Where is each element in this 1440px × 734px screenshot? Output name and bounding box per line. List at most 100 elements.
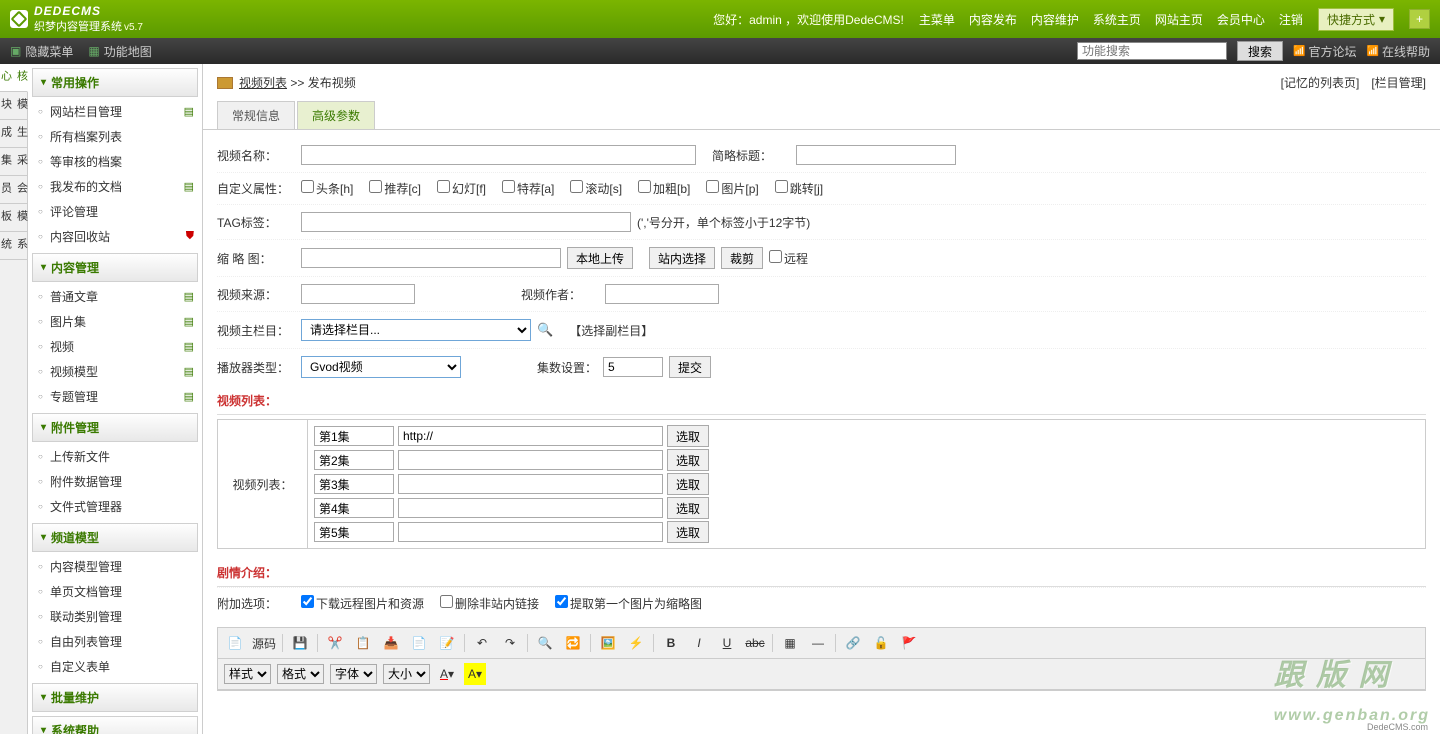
remote-checkbox[interactable] xyxy=(769,250,782,263)
site-map-link[interactable]: ▦功能地图 xyxy=(88,43,151,60)
cut-icon[interactable]: ✂️ xyxy=(324,632,346,654)
menu-item[interactable]: 附件数据管理 xyxy=(28,469,202,494)
format-select[interactable]: 格式 xyxy=(277,664,324,684)
strike-icon[interactable]: abc xyxy=(744,632,766,654)
font-select[interactable]: 字体 xyxy=(330,664,377,684)
menu-item[interactable]: 视频模型▤ xyxy=(28,359,202,384)
menu-item[interactable]: 内容模型管理 xyxy=(28,554,202,579)
table-icon[interactable]: ▦ xyxy=(779,632,801,654)
menu-item[interactable]: 内容回收站⛊ xyxy=(28,224,202,249)
episode-url-input[interactable] xyxy=(398,450,663,470)
episode-url-input[interactable] xyxy=(398,426,663,446)
unlink-icon[interactable]: 🔓 xyxy=(870,632,892,654)
nav-publish[interactable]: 内容发布 xyxy=(969,11,1017,28)
video-title-input[interactable] xyxy=(301,145,696,165)
menu-item[interactable]: 单页文档管理 xyxy=(28,579,202,604)
menu-head-help[interactable]: 系统帮助 xyxy=(32,716,198,734)
extra-firstimg-checkbox[interactable] xyxy=(555,595,568,608)
underline-icon[interactable]: U xyxy=(716,632,738,654)
pick-button[interactable]: 选取 xyxy=(667,449,709,471)
attr-headline[interactable] xyxy=(301,180,314,193)
episode-name-input[interactable] xyxy=(314,474,394,494)
menu-item[interactable]: 联动类别管理 xyxy=(28,604,202,629)
find-icon[interactable]: 🔍 xyxy=(534,632,556,654)
menu-item[interactable]: 专题管理▤ xyxy=(28,384,202,409)
extra-download-checkbox[interactable] xyxy=(301,595,314,608)
hide-menu-link[interactable]: ▣隐藏菜单 xyxy=(10,43,73,60)
menu-item[interactable]: 上传新文件 xyxy=(28,444,202,469)
paste-icon[interactable]: 📥 xyxy=(380,632,402,654)
nav-maintain[interactable]: 内容维护 xyxy=(1031,11,1079,28)
pick-button[interactable]: 选取 xyxy=(667,497,709,519)
search-icon[interactable]: 🔍 xyxy=(537,322,553,338)
column-select[interactable]: 请选择栏目... xyxy=(301,319,531,341)
help-link[interactable]: 📶在线帮助 xyxy=(1367,43,1430,60)
pick-button[interactable]: 选取 xyxy=(667,425,709,447)
sidetab-system[interactable]: 系统 xyxy=(0,232,27,260)
column-manage-link[interactable]: [栏目管理] xyxy=(1371,74,1426,91)
bgcolor-icon[interactable]: A▾ xyxy=(464,663,486,685)
sub-column-link[interactable]: 【选择副栏目】 xyxy=(569,322,653,339)
upload-local-button[interactable]: 本地上传 xyxy=(567,247,633,269)
quick-button[interactable]: 快捷方式 ▾ xyxy=(1318,8,1394,31)
menu-item[interactable]: 评论管理 xyxy=(28,199,202,224)
menu-item[interactable]: 自定义表单 xyxy=(28,654,202,679)
tag-input[interactable] xyxy=(301,212,631,232)
attr-jump[interactable] xyxy=(775,180,788,193)
paste-word-icon[interactable]: 📝 xyxy=(436,632,458,654)
add-button[interactable]: + xyxy=(1409,9,1430,29)
nav-main-menu[interactable]: 主菜单 xyxy=(919,11,955,28)
attr-special[interactable] xyxy=(502,180,515,193)
tab-advanced[interactable]: 高级参数 xyxy=(297,101,375,129)
search-button[interactable]: 搜索 xyxy=(1237,41,1283,61)
hr-icon[interactable]: — xyxy=(807,632,829,654)
pick-site-button[interactable]: 站内选择 xyxy=(649,247,715,269)
remembered-list-link[interactable]: [记忆的列表页] xyxy=(1281,74,1360,91)
episode-url-input[interactable] xyxy=(398,522,663,542)
tab-basic[interactable]: 常规信息 xyxy=(217,101,295,129)
paste-text-icon[interactable]: 📄 xyxy=(408,632,430,654)
episodes-input[interactable] xyxy=(603,357,663,377)
bold-icon[interactable]: B xyxy=(660,632,682,654)
image-icon[interactable]: 🖼️ xyxy=(597,632,619,654)
episode-name-input[interactable] xyxy=(314,450,394,470)
sidetab-collect[interactable]: 采集 xyxy=(0,148,27,176)
crop-button[interactable]: 裁剪 xyxy=(721,247,763,269)
menu-head-batch[interactable]: 批量维护 xyxy=(32,683,198,712)
attr-slide[interactable] xyxy=(437,180,450,193)
menu-head-channel[interactable]: 频道模型 xyxy=(32,523,198,552)
menu-item[interactable]: 视频▤ xyxy=(28,334,202,359)
source-input[interactable] xyxy=(301,284,415,304)
menu-item[interactable]: 我发布的文档▤ xyxy=(28,174,202,199)
attr-image[interactable] xyxy=(706,180,719,193)
thumb-input[interactable] xyxy=(301,248,561,268)
redo-icon[interactable]: ↷ xyxy=(499,632,521,654)
menu-item[interactable]: 文件式管理器 xyxy=(28,494,202,519)
attr-recommend[interactable] xyxy=(369,180,382,193)
italic-icon[interactable]: I xyxy=(688,632,710,654)
forum-link[interactable]: 📶官方论坛 xyxy=(1293,43,1356,60)
sidetab-core[interactable]: 核心 xyxy=(0,64,28,92)
size-select[interactable]: 大小 xyxy=(383,664,430,684)
episode-url-input[interactable] xyxy=(398,474,663,494)
menu-head-attach[interactable]: 附件管理 xyxy=(32,413,198,442)
attr-scroll[interactable] xyxy=(570,180,583,193)
copy-icon[interactable]: 📋 xyxy=(352,632,374,654)
nav-site-home[interactable]: 网站主页 xyxy=(1155,11,1203,28)
sidetab-generate[interactable]: 生成 xyxy=(0,120,27,148)
menu-item[interactable]: 等审核的档案 xyxy=(28,149,202,174)
episode-name-input[interactable] xyxy=(314,522,394,542)
sidetab-member[interactable]: 会员 xyxy=(0,176,27,204)
pick-button[interactable]: 选取 xyxy=(667,473,709,495)
search-input[interactable] xyxy=(1077,42,1227,60)
menu-item[interactable]: 图片集▤ xyxy=(28,309,202,334)
episode-name-input[interactable] xyxy=(314,498,394,518)
nav-logout[interactable]: 注销 xyxy=(1279,11,1303,28)
save-icon[interactable]: 💾 xyxy=(289,632,311,654)
pick-button[interactable]: 选取 xyxy=(667,521,709,543)
sidetab-template[interactable]: 模板 xyxy=(0,204,27,232)
menu-item[interactable]: 网站栏目管理▤ xyxy=(28,99,202,124)
menu-head-common[interactable]: 常用操作 xyxy=(32,68,198,97)
sidetab-module[interactable]: 模块 xyxy=(0,92,27,120)
source-label[interactable]: 源码 xyxy=(252,635,276,652)
